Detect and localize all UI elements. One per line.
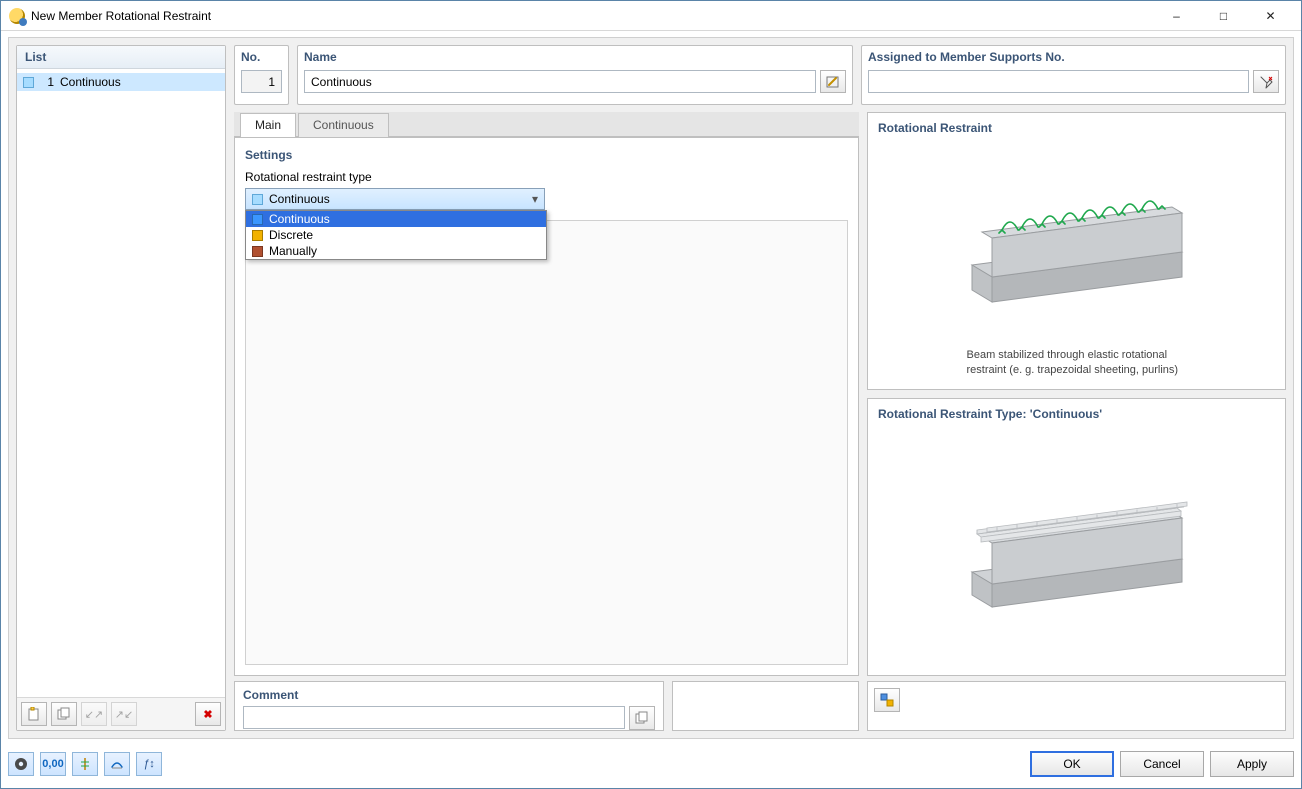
- app-icon: [9, 8, 25, 24]
- list-panel: List 1 Continuous ↙↗ ↗↙ ✖: [16, 45, 226, 731]
- dropdown-option-continuous[interactable]: Continuous: [246, 211, 546, 227]
- type-swatch-icon: [252, 230, 263, 241]
- chevron-down-icon: ▾: [532, 192, 538, 206]
- rename-button[interactable]: [820, 70, 846, 93]
- preview-section-2: Rotational Restraint Type: 'Continuous': [867, 398, 1286, 676]
- new-button[interactable]: [21, 702, 47, 726]
- preview-pane: Rotational Restraint: [867, 112, 1286, 676]
- type-swatch-icon: [252, 214, 263, 225]
- aux-right-box: [867, 681, 1286, 731]
- copy-button[interactable]: [51, 702, 77, 726]
- rotational-type-dropdown[interactable]: Continuous ▾ Continuous Discrete: [245, 188, 545, 210]
- list-body[interactable]: 1 Continuous: [17, 69, 225, 697]
- dropdown-option-manually[interactable]: Manually: [246, 243, 546, 259]
- assigned-input[interactable]: [868, 70, 1249, 93]
- tab-main[interactable]: Main: [240, 113, 296, 137]
- header-row: No. 1 Name Continuous Assigned to Member…: [234, 45, 1286, 105]
- no-input[interactable]: 1: [241, 70, 282, 93]
- display-button[interactable]: [104, 752, 130, 776]
- tab-main-body: Settings Rotational restraint type Conti…: [234, 137, 859, 676]
- model-tree-button[interactable]: [72, 752, 98, 776]
- comment-library-button[interactable]: [629, 706, 655, 730]
- minimize-button[interactable]: –: [1154, 4, 1199, 28]
- type-label: Rotational restraint type: [245, 170, 848, 184]
- maximize-button[interactable]: □: [1201, 4, 1246, 28]
- view-options-button[interactable]: [874, 688, 900, 712]
- units-button[interactable]: 0,00: [40, 752, 66, 776]
- exclude-button: ↗↙: [111, 702, 137, 726]
- bottom-bar: 0,00 ƒ↕ OK Cancel Apply: [8, 747, 1294, 781]
- beam-illustration-2: [878, 427, 1275, 667]
- aux-empty-box: [672, 681, 859, 731]
- apply-button[interactable]: Apply: [1210, 751, 1294, 777]
- include-button: ↙↗: [81, 702, 107, 726]
- beam-illustration-1: [878, 141, 1275, 348]
- type-swatch-icon: [23, 77, 34, 88]
- pick-from-model-button[interactable]: [1253, 70, 1279, 93]
- tab-continuous[interactable]: Continuous: [298, 113, 389, 137]
- tab-area: Main Continuous Settings Rotational rest…: [234, 112, 859, 676]
- no-label: No.: [235, 46, 288, 68]
- settings-title: Settings: [245, 148, 848, 162]
- details-placeholder: [245, 220, 848, 665]
- preview-1-title: Rotational Restraint: [878, 121, 1275, 135]
- preview-2-title: Rotational Restraint Type: 'Continuous': [878, 407, 1275, 421]
- title-bar: New Member Rotational Restraint – □ ✕: [1, 1, 1301, 31]
- list-toolbar: ↙↗ ↗↙ ✖: [17, 697, 225, 730]
- name-label: Name: [298, 46, 852, 68]
- delete-button[interactable]: ✖: [195, 702, 221, 726]
- comment-input[interactable]: [243, 706, 625, 729]
- name-field-group: Name Continuous: [297, 45, 853, 105]
- function-button[interactable]: ƒ↕: [136, 752, 162, 776]
- close-button[interactable]: ✕: [1248, 4, 1293, 28]
- window-title: New Member Rotational Restraint: [31, 9, 1154, 23]
- dialog-body: List 1 Continuous ↙↗ ↗↙ ✖ No. 1 Name Con…: [8, 37, 1294, 739]
- preview-1-desc: Beam stabilized through elastic rotation…: [967, 348, 1187, 377]
- help-button[interactable]: [8, 752, 34, 776]
- list-item-label: Continuous: [60, 75, 121, 89]
- ok-button[interactable]: OK: [1030, 751, 1114, 777]
- list-item-number: 1: [40, 75, 54, 89]
- name-input[interactable]: Continuous: [304, 70, 816, 93]
- dropdown-option-discrete[interactable]: Discrete: [246, 227, 546, 243]
- list-header: List: [17, 46, 225, 69]
- preview-section-1: Rotational Restraint: [867, 112, 1286, 390]
- type-swatch-icon: [252, 194, 263, 205]
- dropdown-list: Continuous Discrete Manually: [245, 210, 547, 260]
- comment-label: Comment: [243, 688, 655, 702]
- tab-strip: Main Continuous: [234, 112, 859, 137]
- settings-group: Settings Rotational restraint type Conti…: [245, 148, 848, 210]
- assigned-field-group: Assigned to Member Supports No.: [861, 45, 1286, 105]
- cancel-button[interactable]: Cancel: [1120, 751, 1204, 777]
- dropdown-value: Continuous: [269, 192, 330, 206]
- list-item[interactable]: 1 Continuous: [17, 73, 225, 91]
- assigned-label: Assigned to Member Supports No.: [862, 46, 1285, 68]
- type-swatch-icon: [252, 246, 263, 257]
- no-field-group: No. 1: [234, 45, 289, 105]
- comment-group: Comment: [234, 681, 664, 731]
